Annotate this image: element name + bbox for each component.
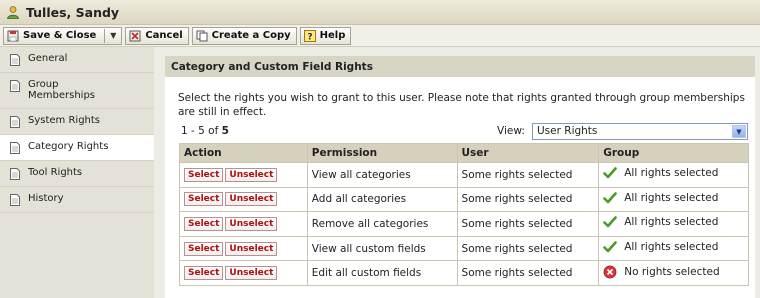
group-status: All rights selected [624, 167, 719, 180]
document-icon [10, 80, 20, 92]
select-button[interactable]: Select [184, 167, 224, 182]
user-cell: Some rights selected [456, 162, 600, 188]
section-title: Category and Custom Field Rights [165, 56, 755, 77]
chevron-down-icon[interactable]: ▼ [105, 31, 121, 40]
save-close-button[interactable]: Save & Close ▼ [3, 26, 123, 45]
table-row: Select Unselect Remove all categories Some … [179, 211, 749, 237]
group-status: All rights selected [624, 191, 719, 204]
permission-cell: Edit all custom fields [306, 260, 458, 286]
sidebar-item-label: Group Memberships [28, 79, 96, 101]
document-icon [10, 116, 20, 128]
group-status: No rights selected [624, 265, 720, 278]
cancel-icon [129, 30, 141, 42]
document-icon [10, 54, 20, 66]
select-button[interactable]: Select [184, 216, 224, 231]
save-close-label: Save & Close [23, 30, 97, 41]
rights-panel: Select the rights you wish to grant to t… [165, 77, 755, 298]
table-row: Select Unselect Edit all custom fields Some… [179, 260, 749, 286]
sidebar-item-system-rights[interactable]: System Rights [0, 109, 154, 135]
check-icon [603, 191, 618, 205]
unselect-button[interactable]: Unselect [225, 241, 278, 256]
column-header-group: Group [598, 143, 749, 163]
save-icon [7, 30, 19, 42]
sidebar-item-label: History [28, 193, 64, 204]
action-cell: Select Unselect [179, 162, 308, 188]
group-cell: All rights selected [598, 186, 749, 213]
group-cell: All rights selected [598, 211, 749, 237]
window-title: Tulles, Sandy [26, 4, 120, 20]
sidebar-item-group-memberships[interactable]: Group Memberships [0, 73, 154, 109]
sidebar-item-tool-rights[interactable]: Tool Rights [0, 161, 154, 187]
group-cell: All rights selected [598, 235, 749, 262]
table-header-row: Action Permission User Group [179, 143, 749, 163]
column-header-user: User [456, 143, 600, 163]
select-button[interactable]: Select [184, 192, 224, 207]
sidebar-item-category-rights[interactable]: Category Rights [0, 135, 154, 161]
action-cell: Select Unselect [179, 260, 308, 286]
sidebar: General Group Memberships System Rights … [0, 47, 154, 298]
view-select-value: User Rights [537, 125, 598, 137]
sidebar-item-history[interactable]: History [0, 187, 154, 213]
record-count-prefix: 1 - 5 of [181, 125, 222, 137]
user-cell: Some rights selected [456, 235, 600, 262]
unselect-button[interactable]: Unselect [225, 192, 278, 207]
unselect-button[interactable]: Unselect [225, 167, 278, 182]
unselect-button[interactable]: Unselect [225, 266, 278, 281]
help-button[interactable]: ? Help [299, 26, 352, 45]
instructions-text: Select the rights you wish to grant to t… [178, 92, 745, 118]
permission-cell: View all custom fields [306, 235, 458, 262]
user-cell: Some rights selected [456, 260, 600, 286]
document-icon [10, 142, 20, 154]
group-status: All rights selected [624, 216, 719, 229]
action-cell: Select Unselect [179, 186, 308, 213]
check-icon [603, 240, 618, 254]
group-status: All rights selected [624, 241, 719, 254]
group-cell: All rights selected [598, 162, 749, 188]
sidebar-item-label: Category Rights [28, 141, 109, 152]
record-count: 1 - 5 of 5 [181, 125, 229, 137]
unselect-button[interactable]: Unselect [225, 216, 278, 231]
table-row: Select Unselect View all categories Some ri… [179, 162, 749, 188]
action-cell: Select Unselect [179, 211, 308, 237]
help-icon: ? [303, 29, 316, 42]
sidebar-item-label: Tool Rights [28, 167, 83, 178]
window-titlebar: Tulles, Sandy [0, 0, 760, 25]
permission-cell: Add all categories [306, 186, 458, 213]
group-cell: No rights selected [598, 260, 749, 286]
cancel-label: Cancel [145, 30, 183, 41]
check-icon [603, 215, 618, 229]
record-count-total: 5 [221, 125, 229, 137]
view-select[interactable]: User Rights ▼ [532, 123, 748, 140]
user-cell: Some rights selected [456, 211, 600, 237]
permission-cell: Remove all categories [306, 211, 458, 237]
sidebar-item-general[interactable]: General [0, 47, 154, 73]
column-header-action: Action [179, 143, 308, 163]
create-copy-button[interactable]: Create a Copy [191, 26, 297, 45]
user-icon [6, 5, 20, 19]
table-row: Select Unselect View all custom fields Some… [179, 235, 749, 262]
x-circle-icon [603, 265, 617, 279]
table-row: Select Unselect Add all categories Some rig… [179, 186, 749, 213]
sidebar-item-label: General [28, 53, 68, 64]
chevron-down-icon[interactable]: ▼ [732, 125, 746, 138]
view-label: View: [497, 125, 525, 137]
create-copy-label: Create a Copy [211, 30, 291, 41]
user-cell: Some rights selected [456, 186, 600, 213]
select-button[interactable]: Select [184, 241, 224, 256]
sidebar-item-label: System Rights [28, 115, 101, 126]
copy-icon [196, 30, 208, 42]
main-content: Category and Custom Field Rights Select … [154, 47, 760, 298]
cancel-button[interactable]: Cancel [125, 26, 189, 45]
help-label: Help [319, 30, 346, 41]
column-header-permission: Permission [306, 143, 458, 163]
svg-text:?: ? [307, 32, 312, 42]
document-icon [10, 194, 20, 206]
check-icon [603, 166, 618, 180]
toolbar: Save & Close ▼ Cancel Create a Copy ? He… [0, 25, 760, 47]
rights-table: Action Permission User Group Select Unsel… [179, 143, 749, 286]
document-icon [10, 168, 20, 180]
action-cell: Select Unselect [179, 235, 308, 262]
select-button[interactable]: Select [184, 266, 224, 281]
permission-cell: View all categories [306, 162, 458, 188]
